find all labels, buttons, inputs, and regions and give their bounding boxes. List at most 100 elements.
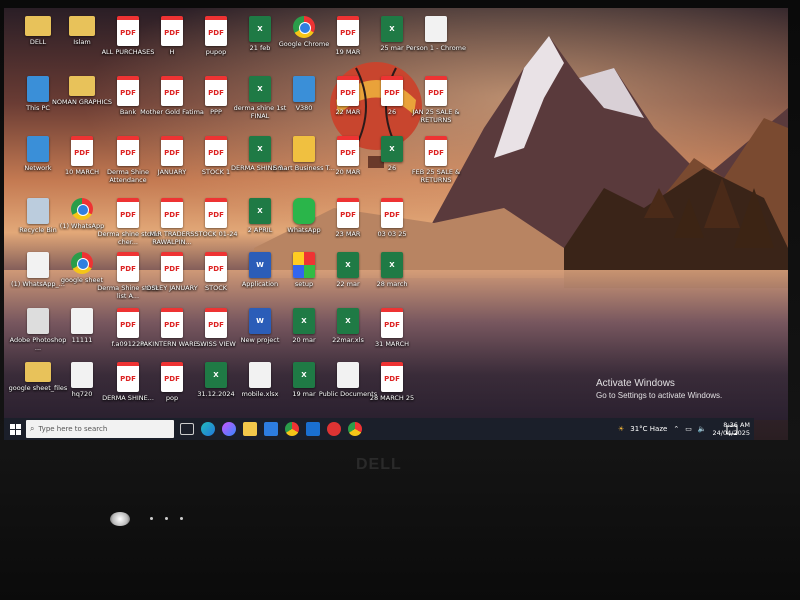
file-icon: [71, 362, 93, 388]
pdf-file-icon: PDF: [161, 308, 183, 338]
activate-windows-watermark: Activate Windows Go to Settings to activ…: [596, 378, 722, 400]
search-placeholder: Type here to search: [38, 425, 108, 433]
pdf-file-icon: PDF: [337, 136, 359, 166]
excel-file-icon: X: [293, 308, 315, 334]
excel-file-icon: X: [293, 362, 315, 388]
desktop-screen: DELL This PC Network Recycle Bin (1) WhatsAp…: [4, 8, 788, 440]
excel-file-icon: X: [249, 76, 271, 102]
status-led-dots: [150, 517, 183, 520]
desktop-icon-label: FEB 25 SALE & RETURNS: [411, 169, 461, 184]
chrome-icon: [71, 252, 93, 274]
excel-file-icon: X: [249, 16, 271, 42]
taskbar-search-box[interactable]: ⌕ Type here to search: [26, 420, 174, 438]
outlook-icon[interactable]: [306, 422, 320, 436]
notification-center-icon[interactable]: [726, 422, 746, 436]
desktop-icon[interactable]: PDF 28 MARCH 25: [360, 362, 424, 422]
excel-file-icon: X: [249, 198, 271, 224]
watermark-subtitle: Go to Settings to activate Windows.: [596, 391, 723, 400]
setup-icon: [293, 252, 315, 278]
edge-icon[interactable]: [201, 422, 215, 436]
pdf-file-icon: PDF: [161, 362, 183, 392]
system-icon: [27, 136, 49, 162]
volume-icon[interactable]: 🔈: [698, 425, 707, 433]
weather-sun-icon: ☀: [617, 425, 625, 433]
webcam-light: [110, 512, 130, 526]
pdf-file-icon: PDF: [161, 198, 183, 228]
pdf-file-icon: PDF: [381, 308, 403, 338]
excel-file-icon: X: [337, 252, 359, 278]
file-explorer-icon[interactable]: [243, 422, 257, 436]
excel-file-icon: X: [205, 362, 227, 388]
app-red-icon[interactable]: [327, 422, 341, 436]
dell-logo: DELL: [356, 456, 402, 473]
recycle-bin-icon: [27, 198, 49, 224]
desktop-icon-label: Person 1 - Chrome: [405, 45, 467, 52]
word-file-icon: W: [249, 308, 271, 334]
pdf-file-icon: PDF: [161, 16, 183, 46]
pdf-file-icon: PDF: [117, 252, 139, 282]
pdf-file-icon: PDF: [117, 198, 139, 228]
weather-text[interactable]: 31°C Haze: [630, 425, 667, 433]
excel-file-icon: X: [249, 136, 271, 162]
folder-icon: [25, 362, 51, 382]
pdf-file-icon: PDF: [161, 76, 183, 106]
word-file-icon: W: [249, 252, 271, 278]
search-icon: ⌕: [30, 424, 35, 433]
photoshop-icon: [27, 308, 49, 334]
pdf-file-icon: PDF: [337, 76, 359, 106]
pdf-file-icon: PDF: [205, 252, 227, 282]
taskbar: ⌕ Type here to search ☀ 31°C Haze ⌃ ▭ 🔈 …: [4, 418, 754, 440]
copilot-icon[interactable]: [222, 422, 236, 436]
pdf-file-icon: PDF: [205, 198, 227, 228]
pdf-file-icon: PDF: [205, 76, 227, 106]
store-icon[interactable]: [264, 422, 278, 436]
pdf-file-icon: PDF: [117, 136, 139, 166]
pdf-file-icon: PDF: [71, 136, 93, 166]
desktop-icon[interactable]: PDF 31 MARCH: [360, 308, 424, 368]
desktop-icon-label: 31 MARCH: [374, 341, 409, 348]
task-view-icon[interactable]: [180, 423, 194, 435]
watermark-title: Activate Windows: [596, 378, 675, 389]
chrome-profile-icon[interactable]: [348, 422, 362, 436]
folder-icon: [25, 16, 51, 36]
desktop-icon[interactable]: PDF JAN 25 SALE & RETURNS: [404, 76, 468, 136]
desktop-icon-label: 28 march: [376, 281, 408, 288]
whatsapp-icon: [293, 198, 315, 224]
excel-file-icon: X: [337, 308, 359, 334]
pdf-file-icon: PDF: [161, 252, 183, 282]
excel-file-icon: X: [381, 136, 403, 162]
pdf-file-icon: PDF: [205, 16, 227, 46]
pdf-file-icon: PDF: [381, 362, 403, 392]
pdf-file-icon: PDF: [381, 76, 403, 106]
desktop-icon-label: 28 MARCH 25: [369, 395, 415, 402]
desktop-icon[interactable]: PDF 03 03 25: [360, 198, 424, 258]
pdf-file-icon: PDF: [161, 136, 183, 166]
folder-icon: [69, 16, 95, 36]
file-icon: [425, 16, 447, 42]
system-icon: [27, 76, 49, 102]
pdf-file-icon: PDF: [205, 308, 227, 338]
chrome-icon: [71, 198, 93, 220]
start-button[interactable]: [4, 418, 26, 440]
chrome-taskbar-icon[interactable]: [285, 422, 299, 436]
network-icon[interactable]: ▭: [685, 425, 692, 433]
pdf-file-icon: PDF: [117, 308, 139, 338]
desktop-icon-label: JAN 25 SALE & RETURNS: [412, 109, 460, 124]
pdf-file-icon: PDF: [117, 362, 139, 392]
desktop-icon-label: 03 03 25: [377, 231, 407, 238]
windows-logo-icon: [9, 423, 21, 435]
desktop-icon[interactable]: PDF FEB 25 SALE & RETURNS: [404, 136, 468, 196]
file-icon: [27, 252, 49, 278]
pdf-file-icon: PDF: [337, 198, 359, 228]
pdf-file-icon: PDF: [425, 76, 447, 106]
desktop-icon[interactable]: Person 1 - Chrome: [404, 16, 468, 76]
chevron-up-icon[interactable]: ⌃: [673, 425, 679, 433]
application-icon: [293, 136, 315, 162]
file-icon: [249, 362, 271, 388]
desktop-icon[interactable]: X 28 march: [360, 252, 424, 312]
pdf-file-icon: PDF: [205, 136, 227, 166]
pdf-file-icon: PDF: [337, 16, 359, 46]
file-icon: [337, 362, 359, 388]
chrome-icon: [293, 16, 315, 38]
system-icon: [293, 76, 315, 102]
